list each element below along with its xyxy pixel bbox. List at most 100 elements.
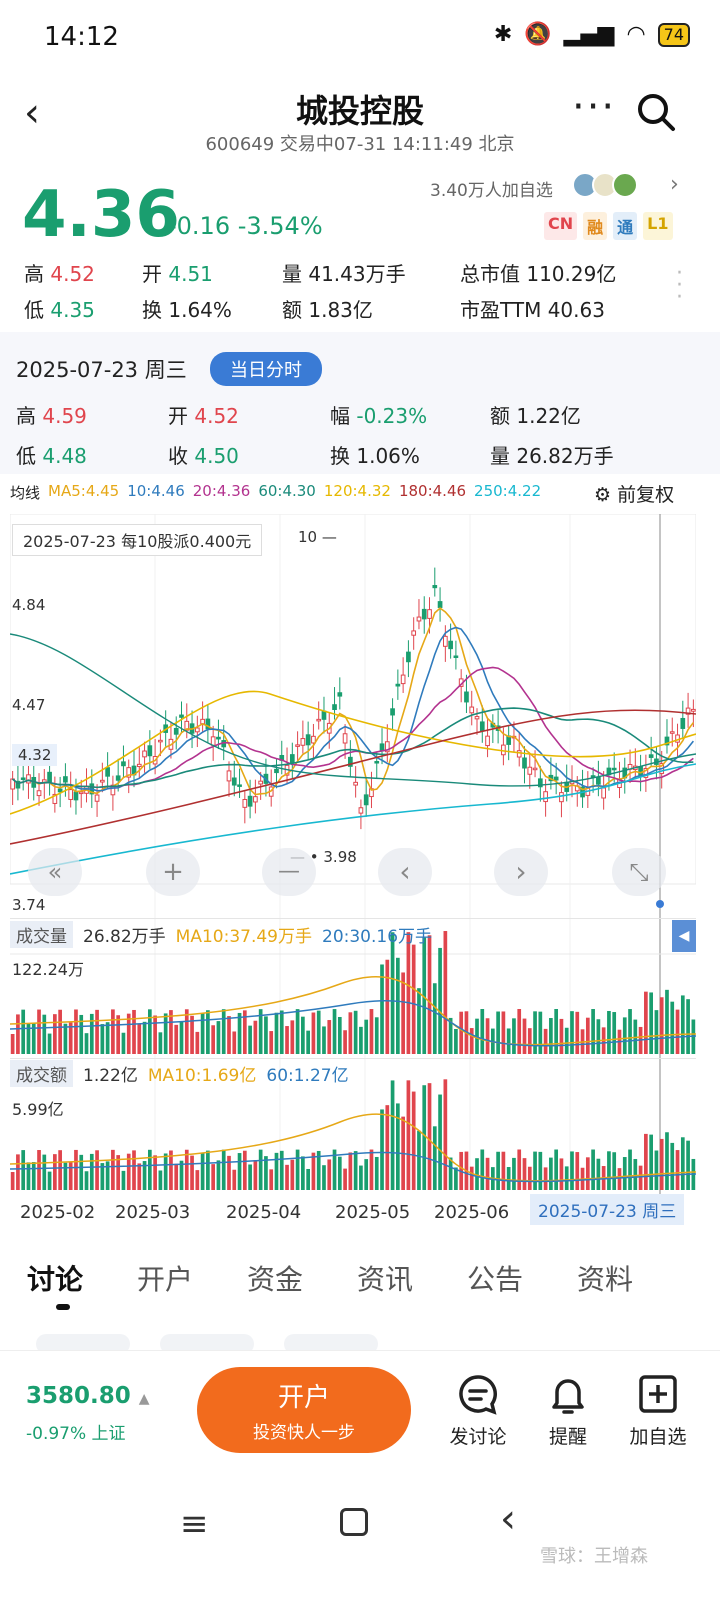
- more-icon[interactable]: ···: [572, 84, 616, 130]
- candle: [20, 777, 26, 780]
- zoom-in-icon[interactable]: +: [146, 848, 200, 896]
- scroll-right-icon[interactable]: ›: [494, 848, 548, 896]
- menu-icon[interactable]: ≡: [180, 1504, 209, 1544]
- volume-bar: [670, 1001, 675, 1054]
- candle: [316, 718, 322, 722]
- candle: [210, 736, 216, 746]
- amount-label[interactable]: 成交额: [10, 1060, 73, 1087]
- amount-bar: [42, 1154, 47, 1190]
- amount-bar: [74, 1149, 78, 1190]
- index-value[interactable]: 3580.80 ▲: [26, 1383, 150, 1409]
- candle: [173, 727, 179, 735]
- volume-bar: [480, 1009, 485, 1054]
- scroll-left-icon[interactable]: ‹: [378, 848, 432, 896]
- volume-bar: [359, 1026, 363, 1054]
- scroll-start-icon[interactable]: «: [28, 848, 82, 896]
- discuss-button[interactable]: 发讨论: [438, 1371, 518, 1449]
- open-account-label: 开户: [277, 1383, 330, 1413]
- tab-profile[interactable]: 资料: [550, 1258, 660, 1298]
- remind-button[interactable]: 提醒: [528, 1371, 608, 1449]
- volume-bar: [248, 1025, 252, 1054]
- amount-bar: [216, 1160, 221, 1190]
- collapse-panel-icon[interactable]: ◀: [672, 920, 696, 952]
- amount-bar: [211, 1164, 216, 1190]
- stat-label: 换: [142, 298, 162, 322]
- amount-bar: [480, 1149, 485, 1190]
- volume-label[interactable]: 成交量: [10, 921, 73, 948]
- fullscreen-icon[interactable]: ⤡: [612, 848, 666, 896]
- volume-bar: [116, 1015, 121, 1054]
- stat-label: 总市值: [460, 262, 520, 286]
- dividend-note: 2025-07-23 每10股派0.400元: [12, 524, 263, 556]
- candle: [669, 731, 675, 734]
- candle: [400, 674, 406, 685]
- follower-avatars[interactable]: [572, 172, 638, 198]
- volume-bar: [380, 964, 384, 1054]
- volume-bar: [21, 1009, 26, 1054]
- amount-bar: [517, 1149, 522, 1190]
- triangle-up-icon: ▲: [138, 1391, 150, 1407]
- system-nav-bar: ≡ ‹ 雪球：王增森: [0, 1480, 720, 1570]
- zoom-out-icon[interactable]: —: [262, 848, 316, 896]
- stat-label: 幅: [330, 404, 350, 428]
- amount-bar: [364, 1159, 369, 1190]
- amount-ma10: MA10:1.69亿: [147, 1066, 257, 1086]
- amount-bar: [132, 1150, 136, 1190]
- candle: [474, 716, 480, 720]
- volume-bar: [211, 1025, 216, 1054]
- ma180-value: 180:4.46: [398, 482, 467, 500]
- intraday-button[interactable]: 当日分时: [210, 352, 322, 386]
- candle: [516, 750, 522, 758]
- x-tick: 2025-06: [434, 1202, 510, 1223]
- volume-bar: [348, 1012, 353, 1054]
- volume-bar: [432, 983, 437, 1054]
- wifi-icon: ◠: [626, 22, 646, 47]
- amount-bar: [301, 1156, 305, 1190]
- adjust-toggle[interactable]: ⚙ 前复权: [594, 480, 674, 507]
- day-change: -0.23%: [356, 404, 428, 428]
- volume-bar: [454, 1028, 458, 1054]
- candle: [136, 763, 142, 768]
- volume-bar: [369, 1009, 374, 1054]
- home-icon[interactable]: [340, 1508, 368, 1536]
- day-turnover: 1.06%: [356, 444, 420, 468]
- tab-news[interactable]: 资讯: [330, 1258, 440, 1298]
- tab-funds[interactable]: 资金: [220, 1258, 330, 1298]
- chevron-right-icon[interactable]: ›: [670, 172, 679, 197]
- candle: [300, 738, 306, 746]
- candle: [63, 776, 68, 783]
- open-account-button[interactable]: 开户 投资快人一步: [197, 1367, 411, 1453]
- volume-bar: [195, 1031, 200, 1054]
- expand-dots-icon[interactable]: · · ·: [676, 263, 683, 309]
- tab-discussion[interactable]: 讨论: [0, 1258, 110, 1298]
- volume-bar: [649, 992, 653, 1054]
- amount-bar: [549, 1157, 553, 1190]
- candle: [147, 745, 153, 757]
- followers-count[interactable]: 3.40万人加自选: [430, 176, 553, 201]
- volume-bar: [686, 999, 690, 1054]
- search-icon[interactable]: [636, 92, 676, 132]
- volume-bar: [274, 1012, 279, 1054]
- tab-open-account[interactable]: 开户: [110, 1258, 220, 1298]
- candle: [363, 794, 369, 806]
- market-badges: CN 融 通 L1: [544, 212, 673, 240]
- day-high: 4.59: [42, 404, 87, 428]
- stat-label: 额: [490, 404, 510, 428]
- candle: [648, 754, 654, 758]
- tab-announcements[interactable]: 公告: [440, 1258, 550, 1298]
- volume-bar: [89, 1013, 94, 1054]
- amount-bar: [374, 1156, 379, 1190]
- back-nav-icon[interactable]: ‹: [500, 1496, 516, 1542]
- x-tick: 2025-03: [115, 1202, 191, 1223]
- amount-bar: [396, 1103, 400, 1190]
- amount-bar: [47, 1171, 52, 1190]
- volume-bar: [364, 1019, 369, 1054]
- volume-bar: [427, 935, 432, 1054]
- volume-bar: [401, 972, 405, 1054]
- add-watchlist-button[interactable]: 加自选: [618, 1371, 698, 1449]
- amount-bar: [427, 1083, 432, 1190]
- amount-bar: [596, 1158, 601, 1190]
- high-mark: 10 —: [298, 528, 337, 546]
- title-bar: ‹ 城投控股 600649 交易中07-31 14:11:49 北京 ···: [0, 80, 720, 170]
- volume-bar: [575, 1011, 580, 1054]
